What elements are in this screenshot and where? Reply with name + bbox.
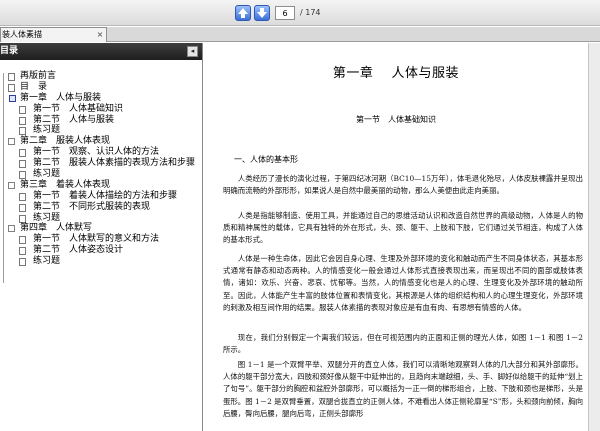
outline-item[interactable]: 第二节 人体与服装 (0, 115, 200, 126)
page-icon (19, 192, 26, 201)
vertical-scrollbar[interactable] (588, 43, 600, 431)
close-tab-icon[interactable]: × (95, 30, 105, 40)
outline-item-label: 第一节 观察、认识人体的方法 (33, 147, 160, 158)
outline-item[interactable]: 第一节 人体基础知识 (0, 104, 200, 115)
arrow-up-icon (238, 8, 248, 18)
outline-item-label: 第二节 人体与服装 (33, 114, 115, 125)
outline-item[interactable]: 第一节 人体默写的意义和方法 (0, 234, 200, 245)
outline-item[interactable]: 目 录 (0, 82, 200, 93)
outline-item[interactable]: 练习题 (0, 125, 200, 136)
outline-item[interactable]: 第二章 服装人体表现 (0, 136, 200, 147)
page-total-label: / 174 (300, 8, 321, 17)
outline-item[interactable]: 第一节 着装人体描绘的方法和步骤 (0, 191, 200, 202)
document-tab-label: 装人体素描 (2, 30, 42, 39)
outline-item-label: 第一节 着装人体描绘的方法和步骤 (33, 190, 178, 201)
page-icon (19, 160, 26, 169)
page-icon (8, 83, 15, 92)
outline-item-label: 再版前言 (20, 71, 57, 81)
outline-item-label: 第四章 人体默写 (20, 223, 93, 234)
section-title: 第一节 人体基础知识 (356, 115, 436, 124)
page-icon (19, 214, 26, 223)
page-icon (19, 105, 26, 114)
chapter-node-icon[interactable] (9, 94, 16, 102)
expand-toggle-icon[interactable] (8, 138, 15, 146)
paragraph: 人类是指能够制造、使用工具，并能通过自己的思维活动认识和改造自然世界的高级动物，… (223, 211, 583, 245)
outline-item-label: 第二节 不同形式服装的表现 (33, 201, 151, 212)
page-icon (19, 247, 26, 256)
page-icon (19, 236, 26, 245)
collapse-sidebar-icon[interactable]: ◂ (187, 46, 198, 57)
previous-page-button[interactable] (235, 5, 251, 21)
outline-item-label: 第二节 服装人体素描的表现方法和步骤 (33, 158, 196, 169)
outline-item-label: 第二章 服装人体表现 (20, 136, 111, 147)
outline-item-label: 练习题 (33, 212, 61, 223)
paragraph: 现在，我们分别假定一个离我们较远，但在可视范围内的正面和正侧的理光人体，如图 1… (223, 333, 583, 355)
expand-toggle-icon[interactable] (8, 225, 15, 233)
paragraph: 人体是一种生命体，因此它会因自身心理、生理及外部环境的变化和触动而产生不同身体状… (223, 254, 583, 312)
page-icon (19, 258, 26, 267)
outline-header: 目录 ◂ (0, 43, 202, 60)
document-page: 第一章 人体与服装 第一节 人体基础知识 一、人体的基本形 人类经历了漫长的演化… (204, 43, 588, 431)
page-number-input[interactable] (275, 6, 295, 20)
paragraph: 人类经历了漫长的演化过程，于第四纪冰河期（BC10—15万年），体毛退化殆尽，人… (223, 174, 583, 196)
expand-toggle-icon[interactable] (8, 181, 15, 189)
document-tab[interactable]: 装人体素描 × (0, 27, 107, 42)
next-page-button[interactable] (254, 5, 270, 21)
chapter-title: 第一章 人体与服装 (332, 66, 460, 81)
outline-item-label: 练习题 (33, 169, 61, 180)
arrow-down-icon (257, 8, 267, 18)
outline-item-label: 第一章 人体与服装 (20, 92, 102, 103)
outline-item[interactable]: 第三章 着装人体表现 (0, 180, 200, 191)
outline-title: 目录 (0, 46, 19, 56)
subsection-heading: 一、人体的基本形 (234, 155, 298, 164)
outline-tree: 再版前言目 录第一章 人体与服装 第一节 人体基础知识 第二节 人体与服装 练习题 第二… (0, 71, 200, 283)
page-icon (19, 203, 26, 212)
outline-item-label: 第一节 人体默写的意义和方法 (33, 234, 160, 245)
page-icon (8, 73, 15, 81)
outline-item[interactable]: 再版前言 (0, 71, 200, 82)
outline-item[interactable]: 第二节 不同形式服装的表现 (0, 202, 200, 213)
outline-item[interactable]: 第一节 观察、认识人体的方法 (0, 147, 200, 158)
page-icon (19, 149, 26, 158)
outline-item[interactable]: 第二节 服装人体素描的表现方法和步骤 (0, 158, 200, 169)
outline-item[interactable]: 练习题 (0, 213, 200, 224)
page-icon (19, 171, 26, 180)
page-nav-toolbar: / 174 (0, 0, 600, 26)
page-icon (19, 116, 26, 125)
paragraph: 图 1－1 是一个双臂平举、双腿分开的直立人体，我们可以清晰地观察到人体的几大部… (223, 360, 583, 418)
outline-item-label: 练习题 (33, 256, 61, 267)
outline-item[interactable]: 练习题 (0, 169, 200, 180)
outline-item-label: 第一节 人体基础知识 (33, 103, 124, 114)
document-tab-strip: 装人体素描 × (0, 27, 600, 42)
outline-item[interactable]: 第四章 人体默写 (0, 223, 200, 234)
outline-sidebar: 目录 ◂ 再版前言目 录第一章 人体与服装 第一节 人体基础知识 第二节 人体与服装… (0, 43, 203, 431)
outline-item-label: 第二节 人体姿态设计 (33, 245, 124, 256)
outline-item-label: 练习题 (33, 125, 61, 136)
outline-item-label: 第三章 着装人体表现 (20, 179, 111, 190)
outline-item-label: 目 录 (20, 81, 48, 92)
outline-item[interactable]: 练习题 (0, 256, 200, 267)
outline-item[interactable]: 第一章 人体与服装 (0, 93, 200, 104)
outline-item[interactable]: 第二节 人体姿态设计 (0, 245, 200, 256)
page-icon (19, 127, 26, 136)
